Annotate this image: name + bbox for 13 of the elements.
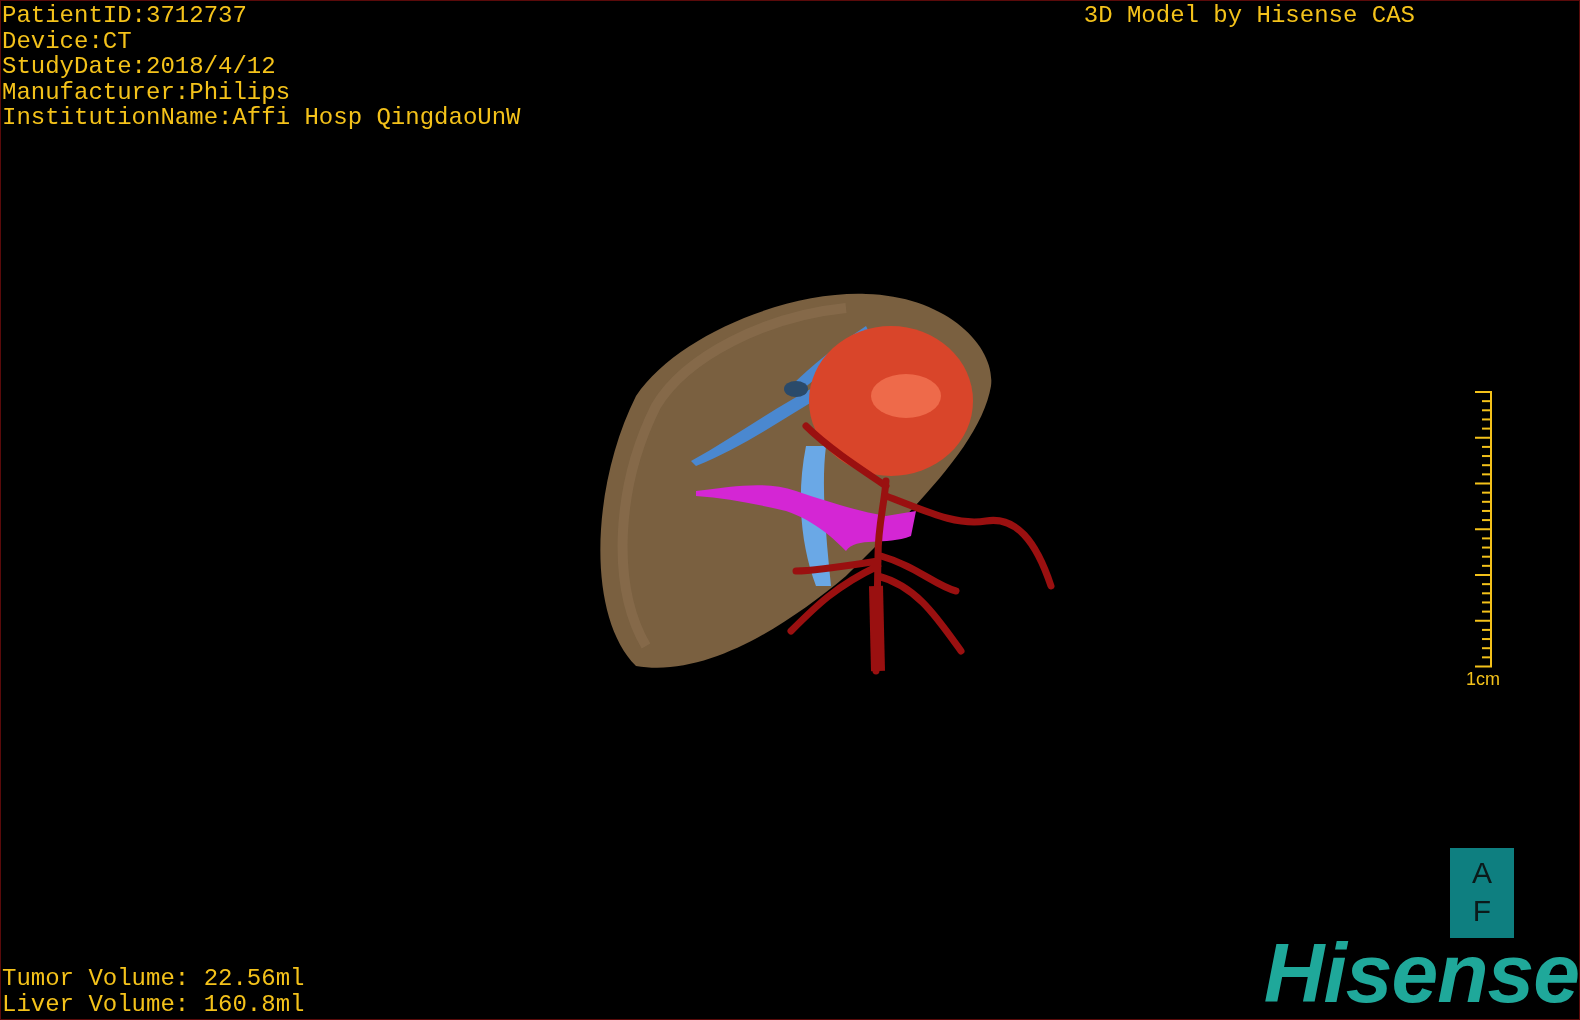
volume-reading: Tumor Volume: 22.56ml (2, 966, 305, 992)
info-line: PatientID:3712737 (2, 3, 247, 29)
scale-bar-icon (1474, 391, 1492, 669)
info-line: Device:CT (2, 28, 132, 54)
info-line: InstitutionName:Affi Hosp QingdaoUnW (2, 105, 521, 131)
orientation-label: F (1471, 893, 1493, 929)
scale-label: 1cm (1466, 669, 1500, 689)
info-line: StudyDate:2018/4/12 (2, 54, 276, 80)
brand-logo: Hisense (1263, 937, 1579, 1009)
viewer-title: 3D Model by Hisense CAS (1083, 3, 1415, 31)
volume-reading: Liver Volume: 160.8ml (2, 991, 305, 1017)
info-line: Manufacturer:Philips (2, 79, 291, 105)
orientation-label: A (1471, 855, 1493, 891)
